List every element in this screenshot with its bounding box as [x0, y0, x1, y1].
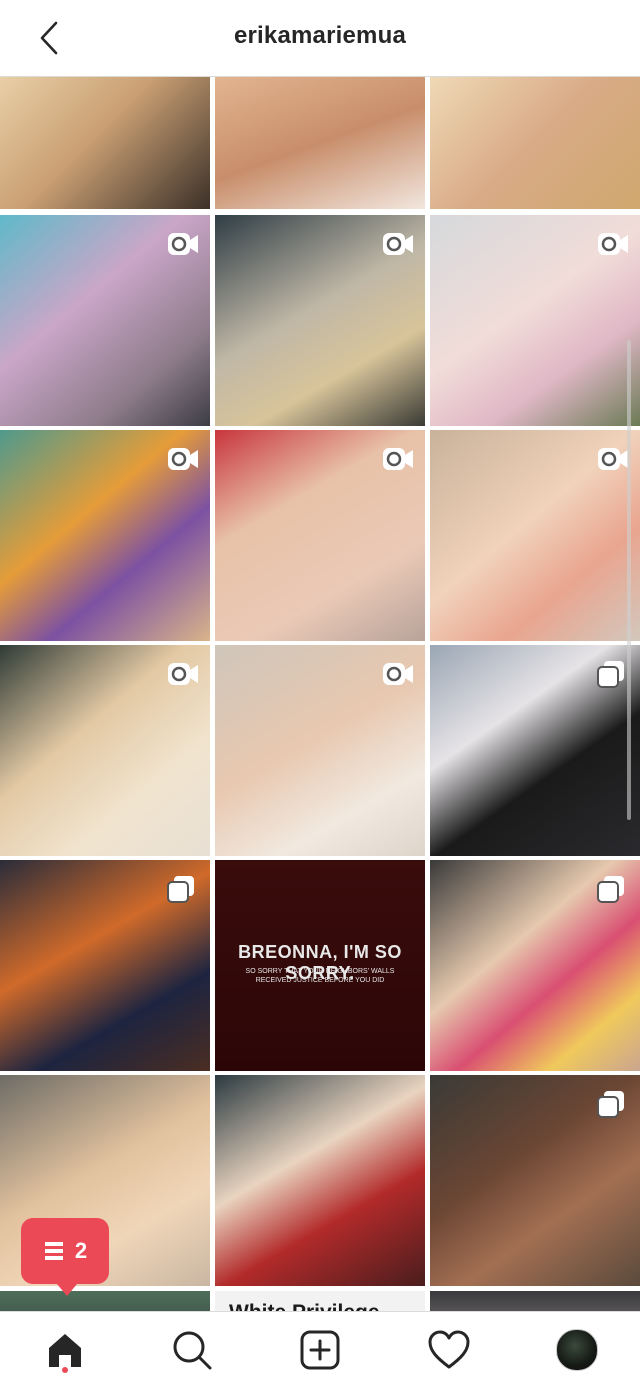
profile-username-title: erikamariemua	[233, 22, 407, 49]
activity-notification-bubble[interactable]: 2	[21, 1218, 109, 1296]
post-5-3[interactable]	[430, 860, 640, 1071]
post-6-3[interactable]	[430, 1075, 640, 1286]
video-badge-icon	[596, 229, 630, 259]
video-badge-icon	[596, 444, 630, 474]
post-6-2[interactable]	[215, 1075, 425, 1286]
video-badge-icon	[381, 659, 415, 689]
tab-home[interactable]	[20, 1312, 110, 1387]
tile-caption-text: White Privilege	[229, 1301, 380, 1311]
bottom-tab-bar	[0, 1311, 640, 1387]
home-icon	[49, 1333, 81, 1367]
post-1-3[interactable]	[430, 77, 640, 209]
video-badge-icon	[166, 229, 200, 259]
video-badge-icon	[381, 229, 415, 259]
post-2-1[interactable]	[0, 215, 210, 426]
post-4-2[interactable]	[215, 645, 425, 856]
add-post-icon	[300, 1330, 340, 1369]
heart-icon	[428, 1330, 470, 1368]
posts-grid: BREONNA, I'M SO SORRY. SO SORRY THAT YOUR…	[0, 77, 640, 1311]
scroll-indicator[interactable]	[627, 340, 631, 820]
post-5-1[interactable]	[0, 860, 210, 1071]
tab-search[interactable]	[147, 1312, 237, 1387]
tab-profile[interactable]	[532, 1312, 622, 1387]
top-header: erikamariemua	[0, 0, 640, 77]
post-2-2[interactable]	[215, 215, 425, 426]
post-7-2[interactable]: White Privilege	[215, 1291, 425, 1311]
carousel-badge-icon	[166, 874, 200, 904]
carousel-badge-icon	[596, 874, 630, 904]
post-4-3[interactable]	[430, 645, 640, 856]
carousel-badge-icon	[596, 1089, 630, 1119]
post-3-2[interactable]	[215, 430, 425, 641]
tab-activity[interactable]	[404, 1312, 494, 1387]
activity-count: 2	[74, 1238, 88, 1263]
tile-caption-text: SO SORRY THAT YOUR NEIGHBORS' WALLS	[245, 968, 395, 975]
comment-list-icon	[44, 1242, 63, 1260]
home-active-dot	[62, 1367, 68, 1373]
search-icon	[173, 1331, 212, 1369]
video-badge-icon	[381, 444, 415, 474]
post-1-1[interactable]	[0, 77, 210, 209]
profile-avatar	[556, 1328, 598, 1371]
post-2-3[interactable]	[430, 215, 640, 426]
tile-caption-text: RECEIVED JUSTICE BEFORE YOU DID	[255, 977, 385, 984]
post-4-1[interactable]	[0, 645, 210, 856]
post-3-3[interactable]	[430, 430, 640, 641]
tab-new-post[interactable]	[275, 1312, 365, 1387]
post-3-1[interactable]	[0, 430, 210, 641]
post-5-2[interactable]: BREONNA, I'M SO SORRY. SO SORRY THAT YOUR…	[215, 860, 425, 1071]
video-badge-icon	[166, 659, 200, 689]
video-badge-icon	[166, 444, 200, 474]
post-7-3[interactable]	[430, 1291, 640, 1311]
carousel-badge-icon	[596, 659, 630, 689]
post-1-2[interactable]	[215, 77, 425, 209]
post-7-1[interactable]	[0, 1291, 210, 1311]
